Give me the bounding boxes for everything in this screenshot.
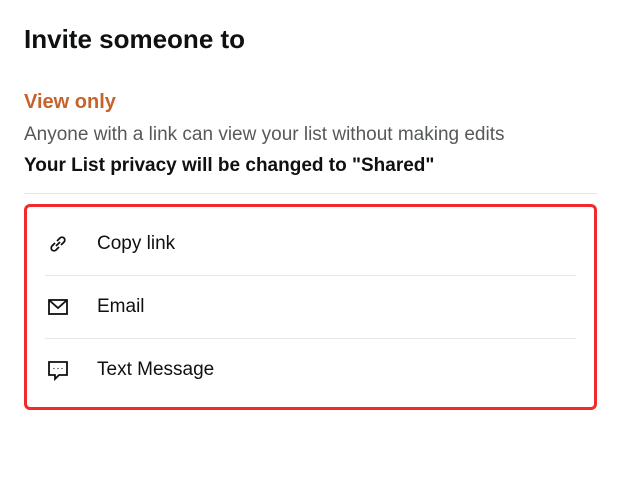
view-only-description: Anyone with a link can view your list wi…	[24, 122, 597, 149]
text-message-icon	[45, 357, 71, 383]
copy-link-label: Copy link	[97, 233, 175, 255]
text-message-option[interactable]: Text Message	[45, 338, 576, 401]
view-only-subtitle: View only	[24, 91, 597, 114]
text-message-label: Text Message	[97, 359, 214, 381]
page-title: Invite someone to	[24, 24, 597, 55]
copy-link-option[interactable]: Copy link	[45, 213, 576, 275]
link-icon	[45, 231, 71, 257]
email-label: Email	[97, 296, 145, 318]
email-icon	[45, 294, 71, 320]
email-option[interactable]: Email	[45, 275, 576, 338]
privacy-notice: Your List privacy will be changed to "Sh…	[24, 155, 597, 177]
share-options-highlight: Copy link Email Text Message	[24, 204, 597, 410]
section-divider	[24, 193, 597, 194]
